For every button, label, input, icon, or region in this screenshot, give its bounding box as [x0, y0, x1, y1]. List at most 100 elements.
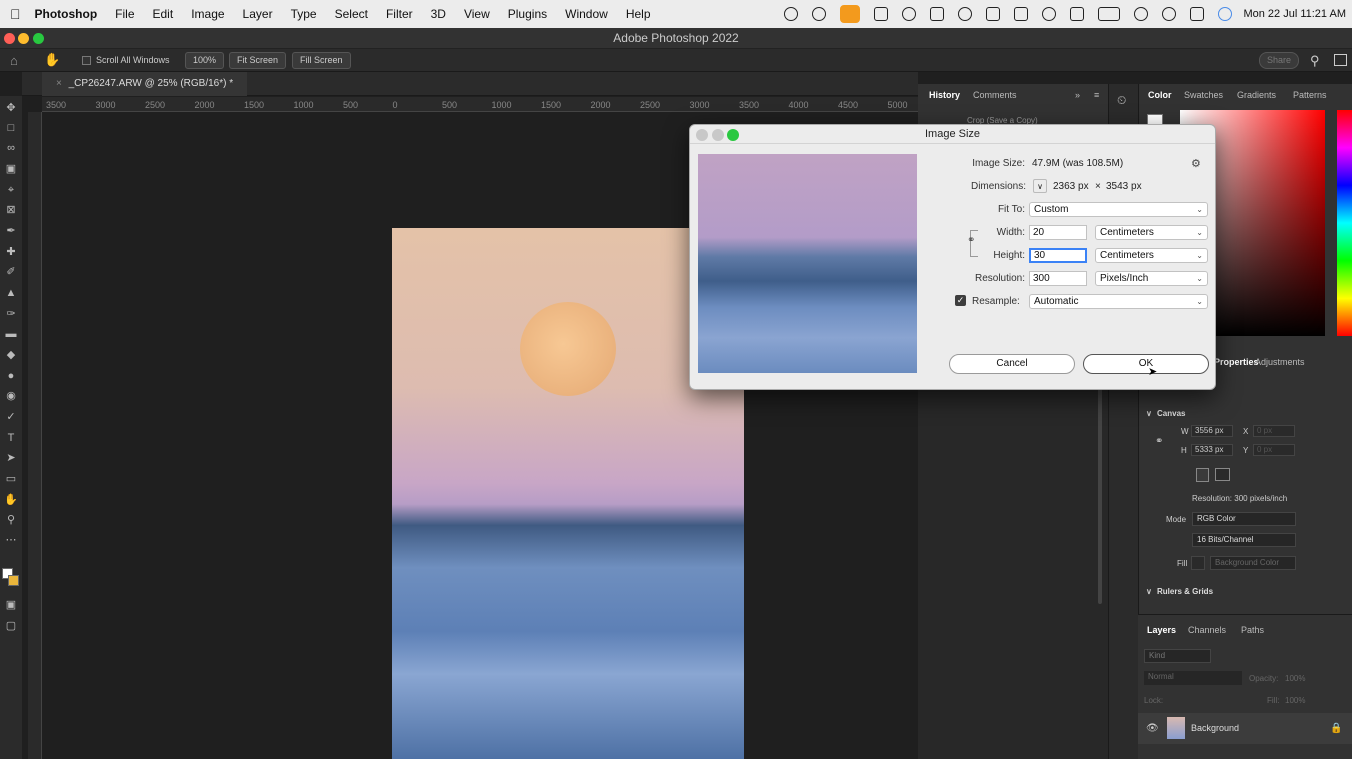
spotlight-icon[interactable]: [1162, 7, 1177, 21]
menu-app-name[interactable]: Photoshop: [35, 7, 98, 21]
menu-help[interactable]: Help: [626, 7, 651, 21]
blend-mode-select[interactable]: Normal: [1144, 671, 1242, 685]
camera-icon[interactable]: [902, 7, 917, 21]
healing-tool-icon[interactable]: ✚: [4, 246, 18, 258]
pen-tool-icon[interactable]: ✓: [4, 411, 18, 423]
layer-row[interactable]: 👁 Background 🔒: [1138, 713, 1352, 744]
resolution-unit-select[interactable]: Pixels/Inch ⌄: [1095, 271, 1208, 286]
landscape-icon[interactable]: [1215, 468, 1230, 481]
menu-3d[interactable]: 3D: [431, 7, 446, 21]
resample-select[interactable]: Automatic ⌄: [1029, 294, 1208, 309]
tab-channels[interactable]: Channels: [1188, 625, 1226, 635]
hand-tool-icon[interactable]: ✋: [44, 52, 60, 68]
play-icon[interactable]: [1042, 7, 1057, 21]
tab-layers[interactable]: Layers: [1147, 625, 1176, 635]
close-window-icon[interactable]: [4, 33, 15, 44]
panel-menu-icon[interactable]: ≡: [1094, 90, 1099, 100]
menu-plugins[interactable]: Plugins: [508, 7, 547, 21]
link-dimensions-icon[interactable]: ⚭: [1155, 436, 1163, 447]
fill-screen-button[interactable]: Fill Screen: [292, 52, 351, 69]
marquee-tool-icon[interactable]: □: [4, 122, 18, 134]
cancel-button[interactable]: Cancel: [949, 354, 1075, 374]
wifi-icon[interactable]: [1134, 7, 1149, 21]
minimize-window-icon[interactable]: [18, 33, 29, 44]
width-unit-select[interactable]: Centimeters ⌄: [1095, 225, 1208, 240]
height-input[interactable]: 30: [1029, 248, 1087, 263]
menu-file[interactable]: File: [115, 7, 134, 21]
menu-edit[interactable]: Edit: [153, 7, 174, 21]
tab-comments[interactable]: Comments: [973, 90, 1017, 100]
tab-color[interactable]: Color: [1148, 90, 1172, 100]
history-brush-icon[interactable]: ✑: [4, 308, 18, 320]
dialog-zoom-icon[interactable]: [727, 129, 739, 141]
menu-image[interactable]: Image: [191, 7, 224, 21]
dialog-close-icon[interactable]: [696, 129, 708, 141]
history-panel-icon[interactable]: ⏲: [1117, 93, 1126, 108]
type-tool-icon[interactable]: T: [4, 432, 18, 444]
tab-adjustments[interactable]: Adjustments: [1255, 357, 1305, 367]
zoom-tool-icon[interactable]: ⚲: [4, 514, 18, 526]
opacity-value[interactable]: 100%: [1285, 674, 1305, 683]
search-icon[interactable]: ⚲: [1310, 53, 1320, 69]
portrait-icon[interactable]: [1196, 468, 1209, 482]
apple-icon[interactable]: : [10, 6, 21, 22]
control-center-icon[interactable]: [1190, 7, 1205, 21]
background-color-swatch[interactable]: [8, 575, 19, 586]
menu-layer[interactable]: Layer: [243, 7, 273, 21]
scroll-all-checkbox[interactable]: [82, 56, 91, 65]
bucket-tool-icon[interactable]: ◆: [4, 349, 18, 361]
hue-slider[interactable]: [1337, 110, 1352, 336]
layer-lock-icon[interactable]: 🔒: [1330, 723, 1342, 734]
menu-view[interactable]: View: [464, 7, 490, 21]
tab-history[interactable]: History: [929, 90, 960, 100]
eraser-tool-icon[interactable]: ▬: [4, 328, 18, 340]
more-tools-icon[interactable]: ⋯: [4, 534, 18, 546]
path-select-icon[interactable]: ➤: [4, 452, 18, 464]
canvas-y-field[interactable]: 0 px: [1253, 444, 1295, 456]
hand-tool-icon[interactable]: ✋: [4, 494, 18, 506]
tab-properties[interactable]: Properties: [1214, 357, 1259, 367]
dialog-minimize-icon[interactable]: [712, 129, 724, 141]
microphone-icon[interactable]: [840, 5, 861, 23]
timer-icon[interactable]: [812, 7, 827, 21]
close-tab-icon[interactable]: ×: [56, 78, 62, 89]
crop-tool-icon[interactable]: ⌖: [4, 184, 18, 196]
mode-select[interactable]: RGB Color: [1192, 512, 1296, 526]
width-input[interactable]: 20: [1029, 225, 1087, 240]
canvas-height-field[interactable]: 5333 px: [1191, 444, 1233, 456]
canvas-x-field[interactable]: 0 px: [1253, 425, 1295, 437]
rulers-chevron-icon[interactable]: ∨: [1146, 587, 1152, 596]
dodge-tool-icon[interactable]: ◉: [4, 390, 18, 402]
canvas-width-field[interactable]: 3556 px: [1191, 425, 1233, 437]
brush-tool-icon[interactable]: ✐: [4, 266, 18, 278]
fit-screen-button[interactable]: Fit Screen: [229, 52, 287, 69]
workspace-icon[interactable]: [1334, 54, 1347, 66]
layer-kind-filter[interactable]: Kind: [1144, 649, 1211, 663]
document-tab[interactable]: × _CP26247.ARW @ 25% (RGB/16*) *: [42, 72, 248, 96]
menu-select[interactable]: Select: [335, 7, 368, 21]
screen-mode-icon[interactable]: ▢: [4, 620, 18, 632]
menu-window[interactable]: Window: [565, 7, 608, 21]
blur-tool-icon[interactable]: ●: [4, 370, 18, 382]
tab-swatches[interactable]: Swatches: [1184, 90, 1223, 100]
frame-tool-icon[interactable]: ⊠: [4, 204, 18, 216]
rulers-grids-label[interactable]: Rulers & Grids: [1157, 587, 1213, 596]
menu-type[interactable]: Type: [291, 7, 317, 21]
tab-gradients[interactable]: Gradients: [1237, 90, 1276, 100]
eyedropper-tool-icon[interactable]: ✒: [4, 225, 18, 237]
bit-depth-select[interactable]: 16 Bits/Channel: [1192, 533, 1296, 547]
dimensions-chevron-icon[interactable]: ∨: [1033, 179, 1047, 193]
move-tool-icon[interactable]: ✥: [4, 102, 18, 114]
height-unit-select[interactable]: Centimeters ⌄: [1095, 248, 1208, 263]
stamp-tool-icon[interactable]: ▲: [4, 287, 18, 299]
share-button[interactable]: Share: [1259, 52, 1300, 69]
tab-patterns[interactable]: Patterns: [1293, 90, 1327, 100]
record-icon[interactable]: [784, 7, 799, 21]
siri-icon[interactable]: [1218, 7, 1233, 21]
lasso-tool-icon[interactable]: ∞: [4, 142, 18, 154]
zoom-window-icon[interactable]: [33, 33, 44, 44]
volume-icon[interactable]: [986, 7, 1001, 21]
fill-swatch[interactable]: [1191, 556, 1205, 570]
resolution-input[interactable]: 300: [1029, 271, 1087, 286]
home-icon[interactable]: ⌂: [10, 53, 18, 68]
